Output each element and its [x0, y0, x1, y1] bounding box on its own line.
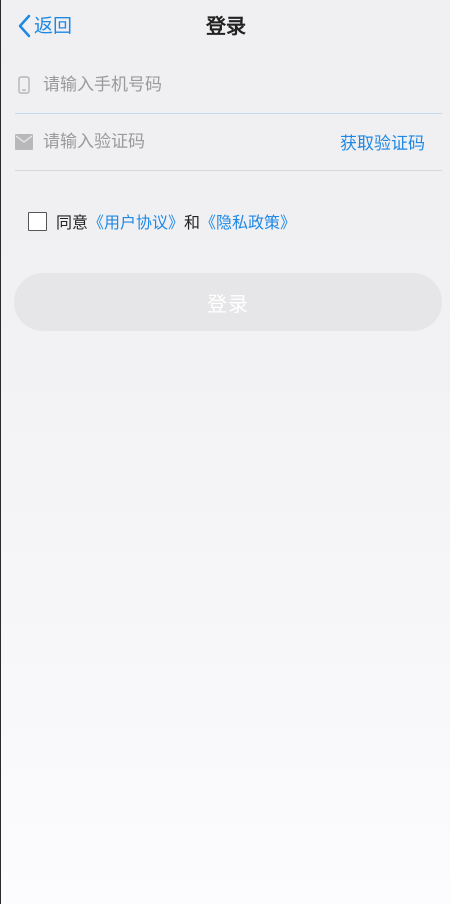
agreement-row: 同意 《用户协议》 和 《隐私政策》 [28, 210, 296, 232]
code-row: 获取验证码 [15, 113, 442, 171]
get-code-button[interactable]: 获取验证码 [340, 129, 425, 154]
page-title: 登录 [206, 14, 246, 38]
phone-icon [15, 75, 33, 94]
code-input[interactable] [43, 121, 340, 162]
user-agreement-link[interactable]: 《用户协议》 [88, 209, 184, 233]
privacy-policy-link[interactable]: 《隐私政策》 [200, 209, 296, 233]
login-button[interactable]: 登录 [14, 273, 442, 331]
navigation-bar: 返回 登录 [1, 0, 450, 52]
agree-prefix: 同意 [56, 213, 89, 232]
agree-conjunction: 和 [184, 213, 201, 232]
agree-checkbox[interactable] [28, 211, 47, 231]
phone-row [15, 56, 442, 114]
message-icon [15, 133, 33, 151]
phone-input[interactable] [43, 64, 442, 105]
